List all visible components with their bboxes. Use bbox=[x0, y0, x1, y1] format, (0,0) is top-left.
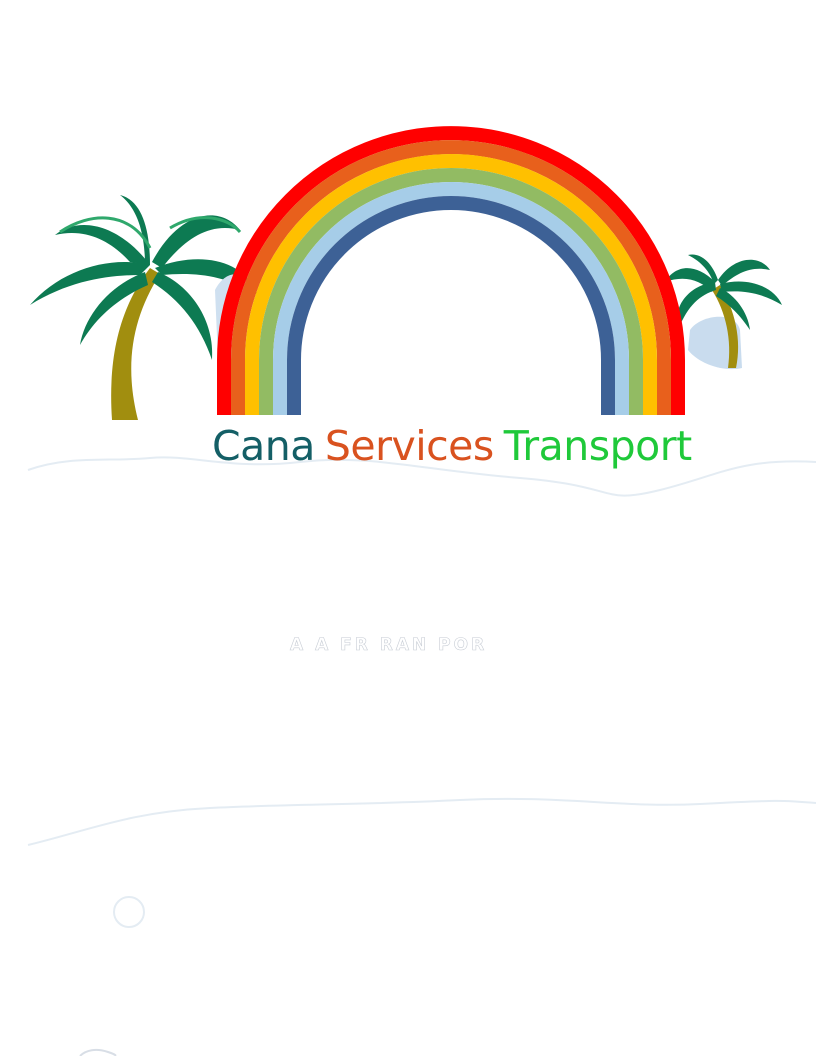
rainbow-icon bbox=[217, 126, 685, 415]
brand-word-services: Services bbox=[324, 422, 494, 470]
wave-line-bottom bbox=[27, 797, 816, 846]
logo-scene bbox=[27, 126, 816, 1056]
faint-circle-icon bbox=[113, 896, 145, 928]
brand-name: Cana Services Transport bbox=[212, 418, 712, 474]
faint-mark-icon bbox=[79, 1048, 117, 1056]
faint-subtitle: A A FR RAN POR bbox=[290, 635, 488, 656]
brand-word-transport: Transport bbox=[503, 422, 692, 470]
page: Cana Services Transport A A FR RAN POR bbox=[0, 0, 816, 1056]
brand-word-cana: Cana bbox=[212, 422, 315, 470]
